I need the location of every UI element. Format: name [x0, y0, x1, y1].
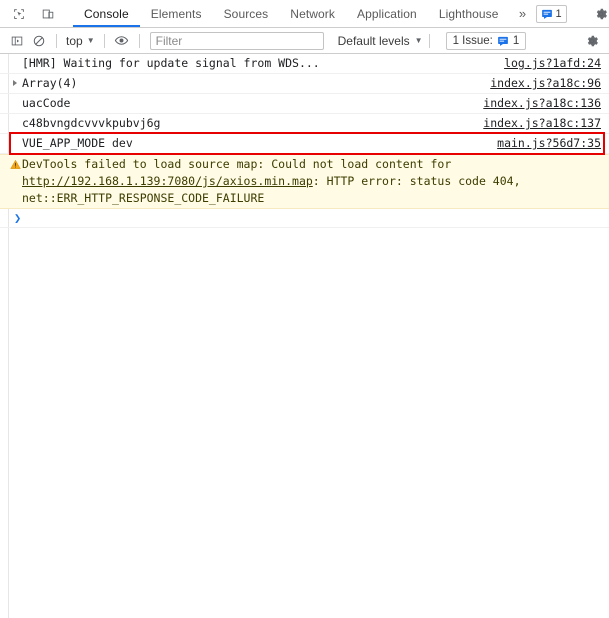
warning-triangle-icon [10, 158, 21, 169]
live-expression-eye-icon[interactable] [111, 30, 133, 52]
chevron-down-icon: ▼ [86, 35, 95, 45]
console-message-row-highlighted[interactable]: VUE_APP_MODE dev main.js?56d7:35 [0, 134, 609, 154]
execution-context-label: top [66, 33, 83, 48]
tab-application[interactable]: Application [346, 0, 428, 27]
devtools-window: Console Elements Sources Network Applica… [0, 0, 609, 618]
console-prompt-row[interactable]: ❯ [0, 209, 609, 228]
tab-lighthouse[interactable]: Lighthouse [428, 0, 510, 27]
more-tabs-chevron-icon[interactable]: » [510, 0, 536, 27]
message-bubble-icon [497, 36, 508, 46]
tab-console-label: Console [84, 6, 129, 21]
tab-sources[interactable]: Sources [213, 0, 280, 27]
tab-console[interactable]: Console [73, 0, 140, 27]
clear-console-icon[interactable] [28, 30, 50, 52]
log-levels-label: Default levels [337, 33, 410, 48]
console-message-text: [HMR] Waiting for update signal from WDS… [22, 56, 320, 70]
console-message-text: c48bvngdcvvvkpubvj6g [22, 116, 161, 130]
issues-badge-button[interactable]: 1 [535, 4, 567, 23]
tabbar-tool-icons [0, 0, 59, 27]
device-toolbar-icon[interactable] [37, 3, 59, 25]
filterbar-divider-1 [56, 33, 57, 48]
expand-arrow-icon[interactable] [13, 80, 17, 86]
console-message-source-link[interactable]: index.js?a18c:137 [483, 115, 601, 132]
console-message-text: Array(4) [22, 76, 78, 90]
console-message-row[interactable]: uacCode index.js?a18c:136 [0, 94, 609, 114]
filterbar-right-actions [581, 30, 609, 52]
tabbar-right-actions: 1 [535, 0, 609, 27]
filterbar-divider-2 [103, 33, 105, 48]
warning-prefix: DevTools failed to load source map: Coul… [22, 157, 459, 171]
console-message-row[interactable]: Array(4) index.js?a18c:96 [0, 74, 609, 94]
tab-elements[interactable]: Elements [140, 0, 213, 27]
console-message-source-link[interactable]: index.js?a18c:136 [483, 95, 601, 112]
filterbar-divider-4 [428, 33, 430, 48]
filter-input[interactable] [149, 31, 324, 50]
tab-network[interactable]: Network [279, 0, 346, 27]
tab-network-label: Network [290, 6, 336, 21]
devtools-tabbar: Console Elements Sources Network Applica… [0, 0, 609, 28]
filterbar-divider-3 [138, 33, 140, 48]
console-message-source-link[interactable]: log.js?1afd:24 [504, 55, 601, 72]
message-bubble-icon [541, 9, 552, 19]
console-settings-gear-icon[interactable] [581, 30, 603, 52]
console-output: [HMR] Waiting for update signal from WDS… [0, 54, 609, 618]
gear-icon[interactable] [590, 3, 609, 25]
tab-elements-label: Elements [150, 6, 202, 21]
log-levels-selector[interactable]: Default levels ▼ [338, 34, 423, 48]
inspect-element-icon[interactable] [8, 3, 30, 25]
issues-badge-count: 1 [555, 7, 562, 20]
warning-source-map-link[interactable]: http://192.168.1.139:7080/js/axios.min.m… [22, 174, 313, 188]
issues-counter-count: 1 [512, 34, 520, 47]
console-sidebar-icon[interactable] [6, 30, 28, 52]
panel-tabs: Console Elements Sources Network Applica… [73, 0, 536, 27]
console-message-row[interactable]: [HMR] Waiting for update signal from WDS… [0, 54, 609, 74]
console-warning-row[interactable]: DevTools failed to load source map: Coul… [0, 154, 609, 209]
execution-context-selector[interactable]: top ▼ [63, 34, 98, 48]
console-message-row[interactable]: c48bvngdcvvvkpubvj6g index.js?a18c:137 [0, 114, 609, 134]
console-message-source-link[interactable]: main.js?56d7:35 [497, 135, 601, 152]
tab-lighthouse-label: Lighthouse [438, 6, 499, 21]
console-message-text: VUE_APP_MODE dev [22, 136, 133, 150]
tab-application-label: Application [357, 6, 417, 21]
console-prompt-chevron-icon: ❯ [14, 211, 22, 225]
issues-counter-button[interactable]: 1 Issue: 1 [445, 31, 527, 50]
tab-sources-label: Sources [223, 6, 269, 21]
console-message-text: uacCode [22, 96, 71, 110]
chevron-down-icon: ▼ [414, 35, 423, 45]
console-message-source-link[interactable]: index.js?a18c:96 [490, 75, 601, 92]
console-filter-toolbar: top ▼ Default levels ▼ 1 Issue: 1 [0, 28, 609, 54]
issues-counter-label: 1 Issue: [452, 34, 493, 47]
console-warning-text: DevTools failed to load source map: Coul… [22, 156, 601, 207]
